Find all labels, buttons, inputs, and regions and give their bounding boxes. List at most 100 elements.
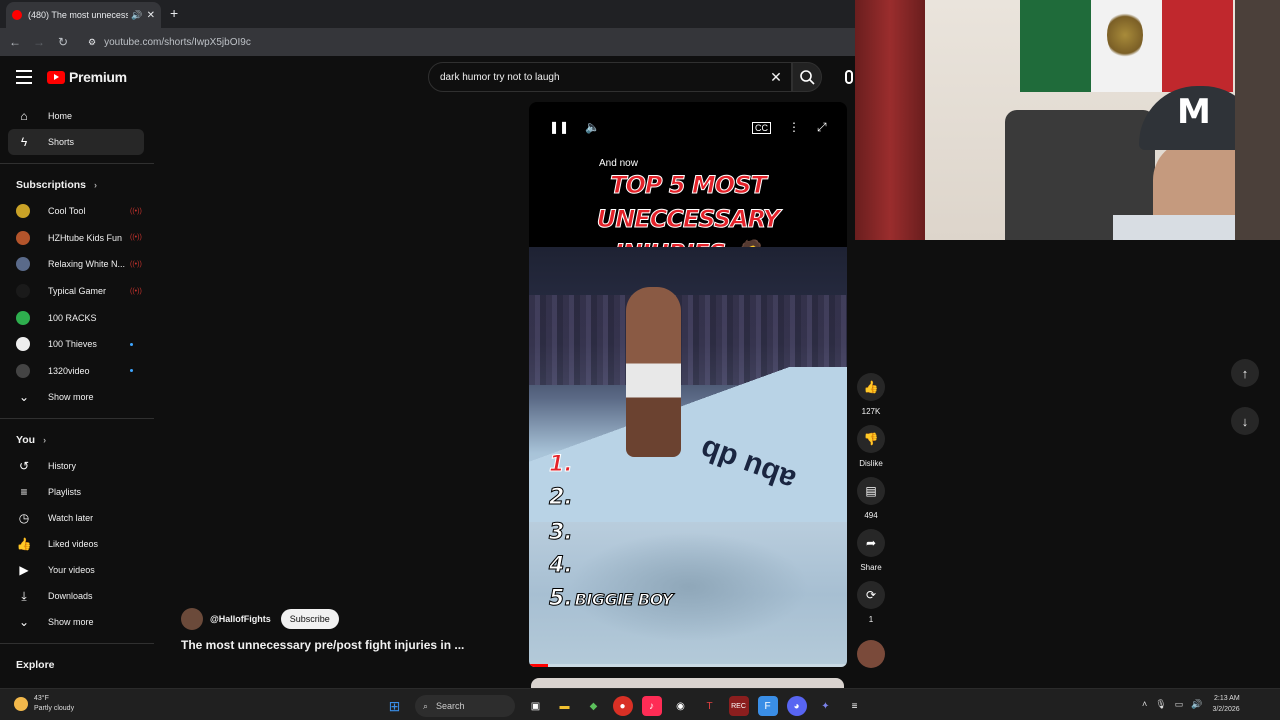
clear-search-icon[interactable]: ✕ <box>761 69 791 86</box>
store-icon[interactable]: F <box>757 696 778 716</box>
thumbs-up-icon: 👍 <box>857 373 885 401</box>
microphone-icon[interactable] <box>845 70 853 84</box>
show-more-label: Show more <box>48 617 94 628</box>
reload-icon[interactable]: ↻ <box>51 35 75 49</box>
next-short-button[interactable]: ↓ <box>1231 407 1259 435</box>
sidebar-subscription-item[interactable]: 1320video <box>0 358 154 385</box>
rank-5-name: BIGGIE BOY <box>574 590 674 610</box>
like-button[interactable]: 👍 127K <box>857 373 885 416</box>
search-input[interactable]: dark humor try not to laugh ✕ <box>428 62 792 92</box>
more-options-icon[interactable]: ⋮ <box>788 120 800 134</box>
youtube-premium-logo[interactable]: Premium <box>47 69 127 85</box>
subscriptions-heading[interactable]: Subscriptions › <box>0 172 154 198</box>
discord-icon[interactable]: ◕ <box>786 696 807 716</box>
recorder-icon[interactable]: REC <box>728 696 749 716</box>
fullscreen-icon[interactable]: ⤢ <box>817 120 827 135</box>
show-more-label: Show more <box>48 392 94 403</box>
volume-tray-icon[interactable]: 🔊 <box>1191 699 1202 710</box>
sidebar-subscription-item[interactable]: Relaxing White N... ((•)) <box>0 251 154 278</box>
close-tab-icon[interactable]: ✕ <box>147 10 155 21</box>
sidebar-subscription-item[interactable]: Cool Tool ((•)) <box>0 198 154 225</box>
speaker-icon[interactable]: 🔊 <box>131 10 142 21</box>
browser-tab[interactable]: (480) The most unnecessar 🔊 ✕ <box>6 2 161 28</box>
address-bar: ← → ↻ ⚙ youtube.com/shorts/IwpX5jbOI9c <box>0 28 855 56</box>
dislike-button[interactable]: 👎 Dislike <box>857 425 885 468</box>
show-more-you[interactable]: ⌄ Show more <box>0 609 154 635</box>
sidebar-item-watch-later[interactable]: ◷ Watch later <box>0 505 154 531</box>
shorts-player[interactable]: ❚❚ 🔈 CC ⋮ ⤢ And now TOP 5 MOST UNECCESSA… <box>529 102 847 667</box>
pause-icon[interactable]: ❚❚ <box>549 120 569 134</box>
sidebar-item-history[interactable]: ↺ History <box>0 453 154 479</box>
remix-button[interactable]: ⟳ 1 <box>857 581 885 624</box>
subscription-label: Typical Gamer <box>48 286 107 297</box>
sidebar-item-liked-videos[interactable]: 👍 Liked videos <box>0 531 154 557</box>
weather-widget[interactable]: 43°F Partly cloudy <box>14 694 74 714</box>
teams-icon[interactable]: ✦ <box>816 696 836 716</box>
previous-short-button[interactable]: ↑ <box>1231 359 1259 387</box>
network-icon[interactable]: ▭ <box>1175 699 1184 710</box>
clock[interactable]: 2:13 AM 3/2/2026 <box>1212 693 1239 715</box>
video-title[interactable]: The most unnecessary pre/post fight inju… <box>181 638 464 652</box>
channel-avatar[interactable] <box>181 608 203 630</box>
chrome-icon[interactable]: ● <box>612 696 633 716</box>
sidebar-subscription-item[interactable]: Typical Gamer ((•)) <box>0 278 154 305</box>
channel-avatar <box>16 337 30 352</box>
search-button[interactable] <box>792 62 822 92</box>
next-short-preview[interactable] <box>531 678 844 688</box>
youtube-header: Premium dark humor try not to laugh ✕ <box>0 56 855 100</box>
share-icon: ➦ <box>857 529 885 557</box>
subscribe-button[interactable]: Subscribe <box>280 609 339 629</box>
sidebar-subscription-item[interactable]: 100 Thieves <box>0 331 154 358</box>
comments-button[interactable]: ▤ 494 <box>857 477 885 520</box>
clock-time: 2:13 AM <box>1214 695 1240 702</box>
playlists-icon: ≡ <box>20 485 28 500</box>
hamburger-menu-icon[interactable] <box>16 70 32 84</box>
site-info-icon[interactable]: ⚙ <box>88 37 96 48</box>
rank-5-number: 5. <box>549 586 574 612</box>
weather-icon <box>14 697 28 711</box>
tab-title: (480) The most unnecessar <box>28 10 129 20</box>
sidebar-subscription-item[interactable]: 100 RACKS <box>0 304 154 331</box>
sound-avatar-button[interactable] <box>857 640 885 668</box>
video-progress-bar[interactable] <box>529 664 847 667</box>
sidebar-item-your-videos[interactable]: ▶ Your videos <box>0 557 154 583</box>
volume-icon[interactable]: 🔈 <box>585 120 600 134</box>
file-explorer-icon[interactable]: ▬ <box>555 696 575 716</box>
flag-emblem <box>1107 10 1143 60</box>
back-icon[interactable]: ← <box>3 35 27 49</box>
system-tray: ˄ 🎙 ▭ 🔊 2:13 AM 3/2/2026 <box>1138 693 1240 715</box>
you-heading[interactable]: You › <box>0 427 154 453</box>
capcut-icon[interactable]: ◉ <box>671 696 691 716</box>
settings-icon[interactable]: ≡ <box>845 696 865 716</box>
chevron-right-icon: › <box>43 435 47 446</box>
your-videos-icon: ▶ <box>19 563 29 578</box>
tiktok-icon[interactable]: ♪ <box>641 696 662 716</box>
channel-avatar <box>16 230 30 245</box>
forward-icon[interactable]: → <box>27 35 51 49</box>
weather-temp: 43°F <box>34 695 49 702</box>
taskbar-search[interactable]: ⌕ Search <box>415 695 515 717</box>
app-icon[interactable]: ◆ <box>584 696 604 716</box>
sidebar-item-label: History <box>48 461 77 472</box>
tray-chevron-icon[interactable]: ˄ <box>1142 699 1147 709</box>
sidebar-item-label: Playlists <box>48 487 82 498</box>
task-view-icon[interactable]: ▣ <box>526 696 546 716</box>
text-app-icon[interactable]: T <box>700 696 720 716</box>
new-tab-button[interactable]: + <box>170 5 178 21</box>
sidebar-item-downloads[interactable]: ⤓ Downloads <box>0 583 154 609</box>
url-field[interactable]: ⚙ youtube.com/shorts/IwpX5jbOI9c <box>88 33 251 51</box>
windows-start-icon[interactable]: ⊞ <box>385 696 405 716</box>
chevron-down-icon: ⌄ <box>18 615 30 630</box>
share-button[interactable]: ➦ Share <box>857 529 885 572</box>
microphone-tray-icon[interactable]: 🎙 <box>1155 699 1166 710</box>
section-title: You <box>16 434 36 447</box>
sidebar-item-home[interactable]: ⌂ Home <box>0 103 154 129</box>
captions-icon[interactable]: CC <box>752 122 771 134</box>
channel-avatar <box>16 363 30 378</box>
sidebar-item-shorts[interactable]: ϟ Shorts <box>8 129 144 155</box>
sidebar-item-playlists[interactable]: ≡ Playlists <box>0 479 154 505</box>
sidebar-subscription-item[interactable]: HZHtube Kids Fun ((•)) <box>0 225 154 252</box>
channel-handle[interactable]: @HallofFights <box>210 614 271 624</box>
cap-logo: M <box>1177 92 1211 132</box>
show-more-subscriptions[interactable]: ⌄ Show more <box>0 384 154 410</box>
